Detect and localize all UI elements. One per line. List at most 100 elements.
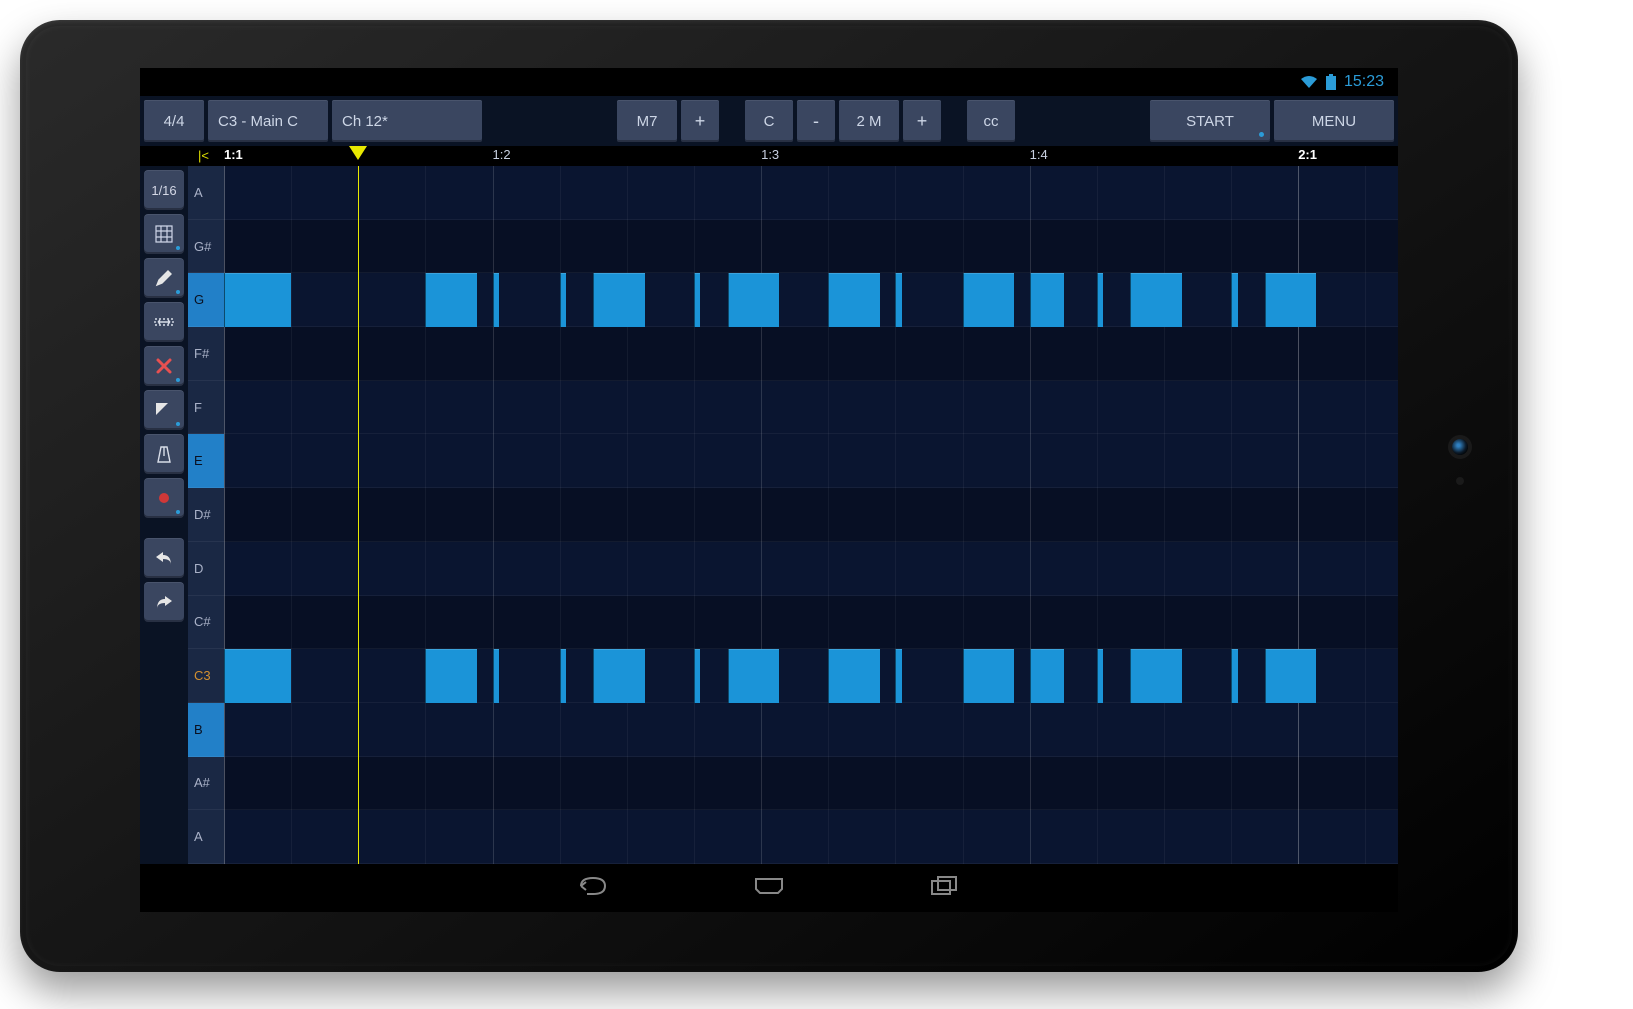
nav-recents-button[interactable] — [917, 872, 973, 904]
grid-line — [1298, 166, 1299, 864]
piano-key[interactable]: E — [188, 434, 224, 488]
quantize-button[interactable]: 1/16 — [144, 170, 184, 210]
piano-key-column[interactable]: AG#GF#FED#DC#C3BA#A — [188, 166, 224, 864]
midi-note[interactable] — [224, 649, 291, 703]
ruler-label: 2:1 — [1298, 147, 1317, 162]
note-grid[interactable] — [224, 166, 1398, 864]
midi-note[interactable] — [828, 649, 880, 703]
grid-line — [828, 166, 829, 864]
grid-row — [224, 703, 1398, 757]
piano-key[interactable]: C# — [188, 596, 224, 650]
midi-note[interactable] — [425, 649, 477, 703]
grid-line — [1365, 166, 1366, 864]
record-icon — [156, 490, 172, 506]
menu-button[interactable]: MENU — [1274, 100, 1394, 142]
piano-key[interactable]: C3 — [188, 649, 224, 703]
snap-grid-button[interactable] — [144, 214, 184, 254]
undo-icon — [153, 549, 175, 567]
midi-note[interactable] — [895, 649, 901, 703]
top-toolbar: 4/4 C3 - Main C Ch 12* M7 + C - 2 M + cc… — [140, 96, 1398, 146]
piano-key[interactable]: G — [188, 273, 224, 327]
midi-note[interactable] — [1030, 649, 1064, 703]
midi-note[interactable] — [1130, 273, 1182, 327]
grid-line — [1030, 166, 1031, 864]
transpose-value-button[interactable]: 2 M — [839, 100, 899, 142]
stretch-tool-button[interactable] — [144, 302, 184, 342]
midi-note[interactable] — [694, 649, 700, 703]
midi-note[interactable] — [828, 273, 880, 327]
midi-note[interactable] — [493, 649, 499, 703]
midi-note[interactable] — [895, 273, 901, 327]
nav-home-button[interactable] — [741, 872, 797, 904]
delete-x-icon — [155, 357, 173, 375]
undo-button[interactable] — [144, 538, 184, 578]
tablet-camera — [1452, 439, 1468, 455]
midi-note[interactable] — [560, 273, 566, 327]
playhead-marker[interactable] — [349, 146, 367, 160]
midi-note[interactable] — [593, 273, 645, 327]
chord-display-button[interactable]: M7 — [617, 100, 677, 142]
midi-note[interactable] — [1265, 649, 1317, 703]
transpose-minus-button[interactable]: - — [797, 100, 835, 142]
delete-tool-button[interactable] — [144, 346, 184, 386]
grid-line — [963, 166, 964, 864]
piano-key[interactable]: F# — [188, 327, 224, 381]
transpose-plus-button[interactable]: + — [903, 100, 941, 142]
midi-note[interactable] — [1231, 649, 1237, 703]
midi-note[interactable] — [1265, 273, 1317, 327]
midi-note[interactable] — [963, 649, 1015, 703]
piano-key[interactable]: D# — [188, 488, 224, 542]
chord-plus-button[interactable]: + — [681, 100, 719, 142]
metronome-icon — [154, 444, 174, 464]
channel-selector-button[interactable]: Ch 12* — [332, 100, 482, 142]
piano-key[interactable]: A — [188, 166, 224, 220]
midi-note[interactable] — [963, 273, 1015, 327]
grid-row — [224, 434, 1398, 488]
metronome-button[interactable] — [144, 434, 184, 474]
velocity-tool-button[interactable] — [144, 390, 184, 430]
track-selector-button[interactable]: C3 - Main C — [208, 100, 328, 142]
piano-key[interactable]: A# — [188, 757, 224, 811]
midi-note[interactable] — [728, 649, 780, 703]
draw-tool-button[interactable] — [144, 258, 184, 298]
timeline-ruler[interactable]: |< 1:11:21:31:42:1 — [140, 146, 1398, 166]
grid-row — [224, 166, 1398, 220]
midi-note[interactable] — [593, 649, 645, 703]
grid-row — [224, 381, 1398, 435]
midi-note[interactable] — [694, 273, 700, 327]
stretch-icon — [153, 315, 175, 329]
midi-note[interactable] — [493, 273, 499, 327]
status-bar: 15:23 — [140, 68, 1398, 96]
piano-key[interactable]: B — [188, 703, 224, 757]
grid-line — [493, 166, 494, 864]
piano-key[interactable]: D — [188, 542, 224, 596]
play-start-button[interactable]: START — [1150, 100, 1270, 142]
midi-note[interactable] — [1130, 649, 1182, 703]
key-button[interactable]: C — [745, 100, 793, 142]
playhead-line — [358, 166, 359, 864]
midi-note[interactable] — [1097, 649, 1103, 703]
midi-note[interactable] — [1097, 273, 1103, 327]
redo-button[interactable] — [144, 582, 184, 622]
midi-note[interactable] — [224, 273, 291, 327]
piano-key[interactable]: A — [188, 810, 224, 864]
ruler-track[interactable]: 1:11:21:31:42:1 — [224, 146, 1398, 166]
midi-note[interactable] — [1030, 273, 1064, 327]
app: 4/4 C3 - Main C Ch 12* M7 + C - 2 M + cc… — [140, 96, 1398, 864]
piano-key[interactable]: F — [188, 381, 224, 435]
midi-note[interactable] — [560, 649, 566, 703]
ruler-left-gutter: |< — [140, 146, 224, 166]
cc-button[interactable]: cc — [967, 100, 1015, 142]
ruler-label: 1:1 — [224, 147, 243, 162]
nav-back-button[interactable] — [565, 872, 621, 904]
record-button[interactable] — [144, 478, 184, 518]
midi-note[interactable] — [1231, 273, 1237, 327]
time-signature-button[interactable]: 4/4 — [144, 100, 204, 142]
piano-key[interactable]: G# — [188, 220, 224, 274]
status-time: 15:23 — [1344, 73, 1384, 91]
editor-main: 1/16 — [140, 166, 1398, 864]
grid-line — [627, 166, 628, 864]
midi-note[interactable] — [425, 273, 477, 327]
midi-note[interactable] — [728, 273, 780, 327]
rewind-icon[interactable]: |< — [198, 148, 209, 163]
